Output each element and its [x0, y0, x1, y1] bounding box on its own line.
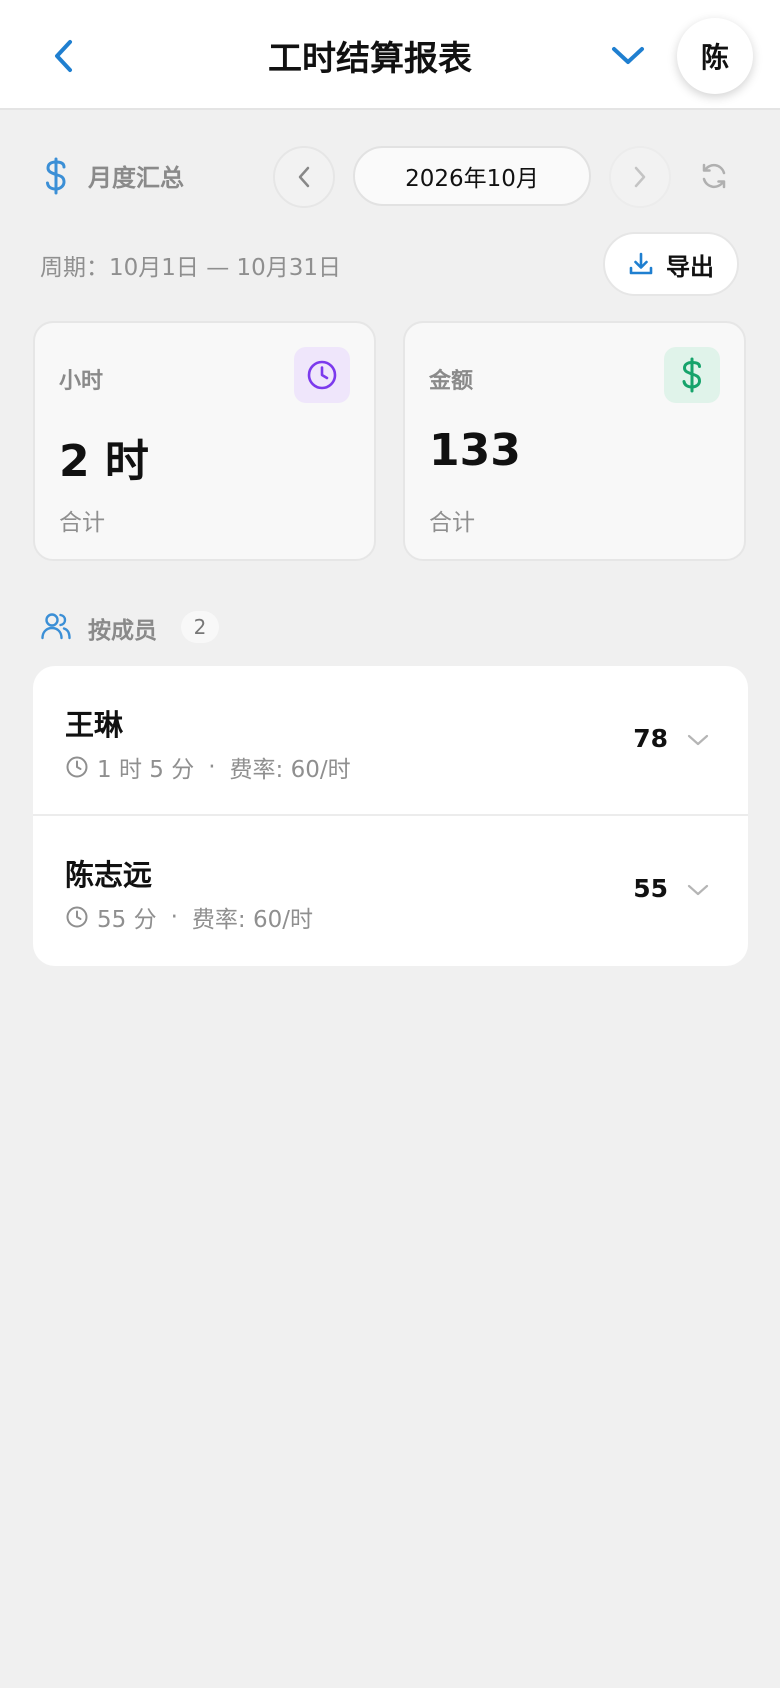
title-dropdown-button[interactable] [604, 30, 652, 82]
dollar-icon [46, 157, 66, 195]
chevron-down-icon [687, 884, 709, 896]
amount-card-label: 金额 [429, 369, 474, 394]
members-section-label: 按成员 [88, 618, 157, 644]
expand-member-button[interactable] [684, 726, 712, 754]
hours-total-value: 2 时 [59, 436, 149, 487]
member-meta: 1 时 5 分 · 费率: 60/时 [65, 750, 351, 784]
month-selector[interactable]: 2026年10月 [353, 146, 591, 206]
member-row[interactable]: 王琳 1 时 5 分 · 费率: 60/时 78 [33, 666, 748, 816]
chevron-down-icon [687, 734, 709, 746]
separator-dot: · [208, 754, 216, 780]
member-amount: 55 [633, 874, 668, 903]
member-list: 王琳 1 时 5 分 · 费率: 60/时 78 陈志远 55 分 · 费率: … [33, 666, 748, 966]
member-duration: 1 时 5 分 [97, 757, 195, 783]
period-range: 周期：10月1日 — 10月31日 [40, 255, 342, 281]
clock-icon [66, 756, 88, 778]
dollar-icon [682, 357, 702, 393]
expand-member-button[interactable] [684, 876, 712, 904]
monthly-summary-bar: 月度汇总 2026年10月 [0, 140, 780, 212]
export-label: 导出 [666, 252, 714, 281]
chevron-left-icon [298, 166, 310, 188]
hours-card-icon-box [294, 347, 350, 403]
avatar[interactable]: 陈 [677, 18, 753, 94]
clock-icon [66, 906, 88, 928]
summary-label: 月度汇总 [88, 164, 184, 192]
amount-card-icon-box [664, 347, 720, 403]
hours-card: 小时 2 时 合计 [33, 321, 376, 561]
back-button[interactable] [40, 30, 88, 82]
export-button[interactable]: 导出 [603, 232, 739, 296]
hours-card-label: 小时 [59, 369, 104, 394]
clock-icon [307, 360, 337, 390]
members-section-header: 按成员 2 [0, 603, 780, 653]
download-icon [629, 252, 653, 275]
member-rate: 费率: 60/时 [191, 907, 313, 933]
prev-month-button[interactable] [273, 146, 335, 208]
chevron-left-icon [55, 40, 72, 72]
member-rate: 费率: 60/时 [229, 757, 351, 783]
members-count-badge: 2 [181, 611, 219, 643]
users-icon [41, 613, 71, 640]
amount-card-sub: 合计 [429, 510, 475, 536]
member-meta: 55 分 · 费率: 60/时 [65, 900, 313, 934]
refresh-button[interactable] [694, 156, 734, 196]
separator-dot: · [170, 904, 178, 930]
next-month-button[interactable] [609, 146, 671, 208]
amount-card: 金额 133 合计 [403, 321, 746, 561]
refresh-icon [702, 163, 726, 189]
app-header: 工时结算报表 陈 [0, 0, 780, 110]
hours-card-sub: 合计 [59, 510, 105, 536]
amount-total-value: 133 [429, 425, 521, 476]
member-name: 王琳 [65, 708, 124, 742]
member-duration: 55 分 [97, 907, 157, 933]
chevron-down-icon [612, 47, 644, 64]
member-name: 陈志远 [65, 858, 153, 892]
member-amount: 78 [633, 724, 668, 753]
chevron-right-icon [634, 166, 646, 188]
member-row[interactable]: 陈志远 55 分 · 费率: 60/时 55 [33, 816, 748, 966]
period-row: 周期：10月1日 — 10月31日 导出 [0, 232, 780, 296]
